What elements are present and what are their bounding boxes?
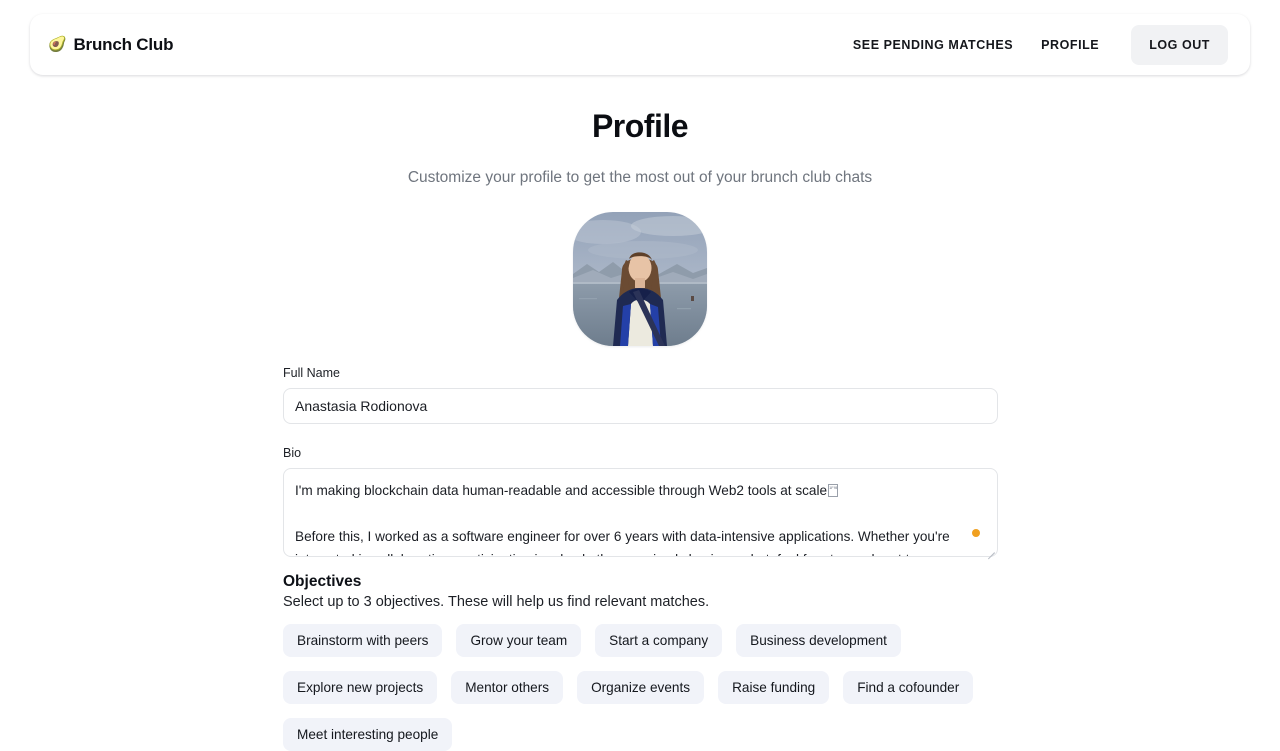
- bio-label: Bio: [283, 446, 302, 460]
- bio-line-2: Before this, I worked as a software engi…: [295, 529, 950, 556]
- bio-input[interactable]: I'm making blockchain data human-readabl…: [283, 468, 998, 557]
- textarea-resize-handle[interactable]: [985, 544, 995, 560]
- objective-chip[interactable]: Find a cofounder: [843, 671, 974, 704]
- objective-chip[interactable]: Business development: [736, 624, 901, 657]
- avatar-image: [573, 212, 707, 346]
- brand-name: Brunch Club: [73, 34, 174, 54]
- nav-see-pending-matches[interactable]: SEE PENDING MATCHES: [839, 28, 1027, 62]
- objective-chip[interactable]: Mentor others: [451, 671, 564, 704]
- objective-chip[interactable]: Explore new projects: [283, 671, 438, 704]
- objective-chip[interactable]: Meet interesting people: [283, 718, 453, 751]
- nav-profile[interactable]: PROFILE: [1027, 28, 1113, 62]
- app-header: 🥑 Brunch Club SEE PENDING MATCHES PROFIL…: [30, 14, 1250, 75]
- avatar[interactable]: [573, 212, 707, 346]
- log-out-button[interactable]: LOG OUT: [1131, 24, 1228, 65]
- objectives-title: Objectives: [283, 573, 362, 590]
- objective-chip[interactable]: Grow your team: [456, 624, 582, 657]
- missing-glyph-icon: 1F9E0: [828, 484, 839, 497]
- objectives-chip-list: Brainstorm with peers Grow your team Sta…: [283, 624, 998, 751]
- bio-line-1: I'm making blockchain data human-readabl…: [295, 483, 828, 498]
- objective-chip[interactable]: Start a company: [595, 624, 723, 657]
- objective-chip[interactable]: Organize events: [577, 671, 705, 704]
- bio-textarea-wrap: I'm making blockchain data human-readabl…: [283, 468, 998, 560]
- page-subtitle: Customize your profile to get the most o…: [407, 169, 873, 186]
- full-name-input[interactable]: [283, 388, 998, 424]
- full-name-label: Full Name: [283, 366, 340, 380]
- avocado-icon: 🥑: [48, 36, 67, 53]
- bio-status-indicator: [972, 529, 980, 537]
- profile-form: Full Name Full Name Bio I'm making block…: [283, 366, 998, 751]
- objectives-description: Select up to 3 objectives. These will he…: [283, 594, 710, 610]
- brand-logo[interactable]: 🥑 Brunch Club: [48, 35, 173, 55]
- objective-chip[interactable]: Brainstorm with peers: [283, 624, 443, 657]
- page-title: Profile: [591, 108, 689, 144]
- header-nav: SEE PENDING MATCHES PROFILE LOG OUT: [839, 24, 1228, 65]
- objective-chip[interactable]: Raise funding: [718, 671, 830, 704]
